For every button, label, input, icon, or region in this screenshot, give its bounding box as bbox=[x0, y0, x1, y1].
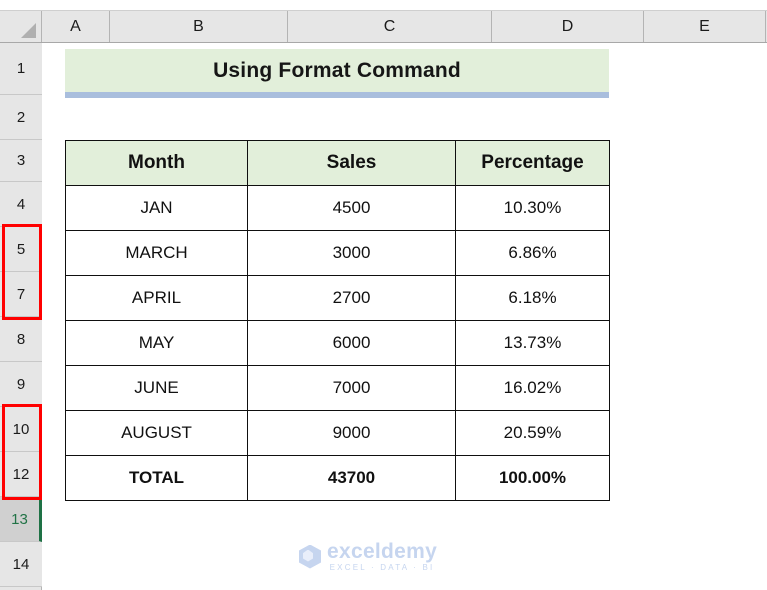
watermark-tagline: EXCEL · DATA · BI bbox=[329, 563, 435, 572]
row-header-14[interactable]: 14 bbox=[0, 542, 42, 587]
percentage-cell[interactable]: 6.18% bbox=[455, 275, 610, 321]
row-header-5[interactable]: 5 bbox=[0, 227, 42, 272]
month-cell[interactable]: APRIL bbox=[65, 275, 248, 321]
percentage-cell[interactable]: 10.30% bbox=[455, 185, 610, 231]
percentage-cell[interactable]: 16.02% bbox=[455, 365, 610, 411]
table-row: MAY 6000 13.73% bbox=[65, 320, 610, 366]
table-row: AUGUST 9000 20.59% bbox=[65, 410, 610, 456]
column-header-a[interactable]: A bbox=[42, 11, 110, 42]
column-header-b[interactable]: B bbox=[110, 11, 288, 42]
month-cell[interactable]: MAY bbox=[65, 320, 248, 366]
total-label-cell[interactable]: TOTAL bbox=[65, 455, 248, 501]
column-header-month: Month bbox=[65, 140, 248, 186]
column-header-d[interactable]: D bbox=[492, 11, 644, 42]
row-header-4[interactable]: 4 bbox=[0, 182, 42, 227]
column-header-c[interactable]: C bbox=[288, 11, 492, 42]
sales-cell[interactable]: 7000 bbox=[247, 365, 456, 411]
sales-cell[interactable]: 4500 bbox=[247, 185, 456, 231]
row-header-13[interactable]: 13 bbox=[0, 497, 42, 542]
total-percentage-cell[interactable]: 100.00% bbox=[455, 455, 610, 501]
table-row: JAN 4500 10.30% bbox=[65, 185, 610, 231]
month-cell[interactable]: AUGUST bbox=[65, 410, 248, 456]
page-title: Using Format Command bbox=[213, 58, 461, 82]
column-header-e[interactable]: E bbox=[644, 11, 766, 42]
row-header-8[interactable]: 8 bbox=[0, 317, 42, 362]
percentage-cell[interactable]: 20.59% bbox=[455, 410, 610, 456]
watermark-name: exceldemy bbox=[327, 540, 438, 563]
table-header-row: Month Sales Percentage bbox=[65, 140, 610, 186]
percentage-cell[interactable]: 6.86% bbox=[455, 230, 610, 276]
row-header-7[interactable]: 7 bbox=[0, 272, 42, 317]
sales-cell[interactable]: 3000 bbox=[247, 230, 456, 276]
row-header-column: 1 2 3 4 5 7 8 9 10 12 13 14 bbox=[0, 43, 42, 590]
exceldemy-logo-icon bbox=[299, 544, 321, 569]
select-all-triangle-icon bbox=[21, 23, 36, 38]
sales-cell[interactable]: 2700 bbox=[247, 275, 456, 321]
column-header-sales: Sales bbox=[247, 140, 456, 186]
table-row: JUNE 7000 16.02% bbox=[65, 365, 610, 411]
table-row: MARCH 3000 6.86% bbox=[65, 230, 610, 276]
column-header-row: ABCDE bbox=[0, 10, 767, 43]
total-sales-cell[interactable]: 43700 bbox=[247, 455, 456, 501]
month-cell[interactable]: JAN bbox=[65, 185, 248, 231]
row-header-12[interactable]: 12 bbox=[0, 452, 42, 497]
table-row: APRIL 2700 6.18% bbox=[65, 275, 610, 321]
row-header-2[interactable]: 2 bbox=[0, 95, 42, 140]
month-cell[interactable]: MARCH bbox=[65, 230, 248, 276]
row-header-10[interactable]: 10 bbox=[0, 407, 42, 452]
spreadsheet-sheet: ABCDE 1 2 3 4 5 7 8 9 10 12 13 14 Using Format Comm… bbox=[0, 0, 767, 590]
sales-cell[interactable]: 6000 bbox=[247, 320, 456, 366]
exceldemy-watermark: exceldemy EXCEL · DATA · BI bbox=[299, 541, 437, 572]
sales-cell[interactable]: 9000 bbox=[247, 410, 456, 456]
row-header-1[interactable]: 1 bbox=[0, 43, 42, 95]
sales-data-table: Month Sales Percentage JAN 4500 10.30% MARC… bbox=[65, 140, 610, 501]
select-all-corner-button[interactable] bbox=[0, 11, 42, 42]
percentage-cell[interactable]: 13.73% bbox=[455, 320, 610, 366]
title-banner-cell[interactable]: Using Format Command bbox=[65, 49, 609, 98]
row-header-3[interactable]: 3 bbox=[0, 140, 42, 182]
table-total-row: TOTAL 43700 100.00% bbox=[65, 455, 610, 501]
month-cell[interactable]: JUNE bbox=[65, 365, 248, 411]
column-header-percentage: Percentage bbox=[455, 140, 610, 186]
row-header-9[interactable]: 9 bbox=[0, 362, 42, 407]
